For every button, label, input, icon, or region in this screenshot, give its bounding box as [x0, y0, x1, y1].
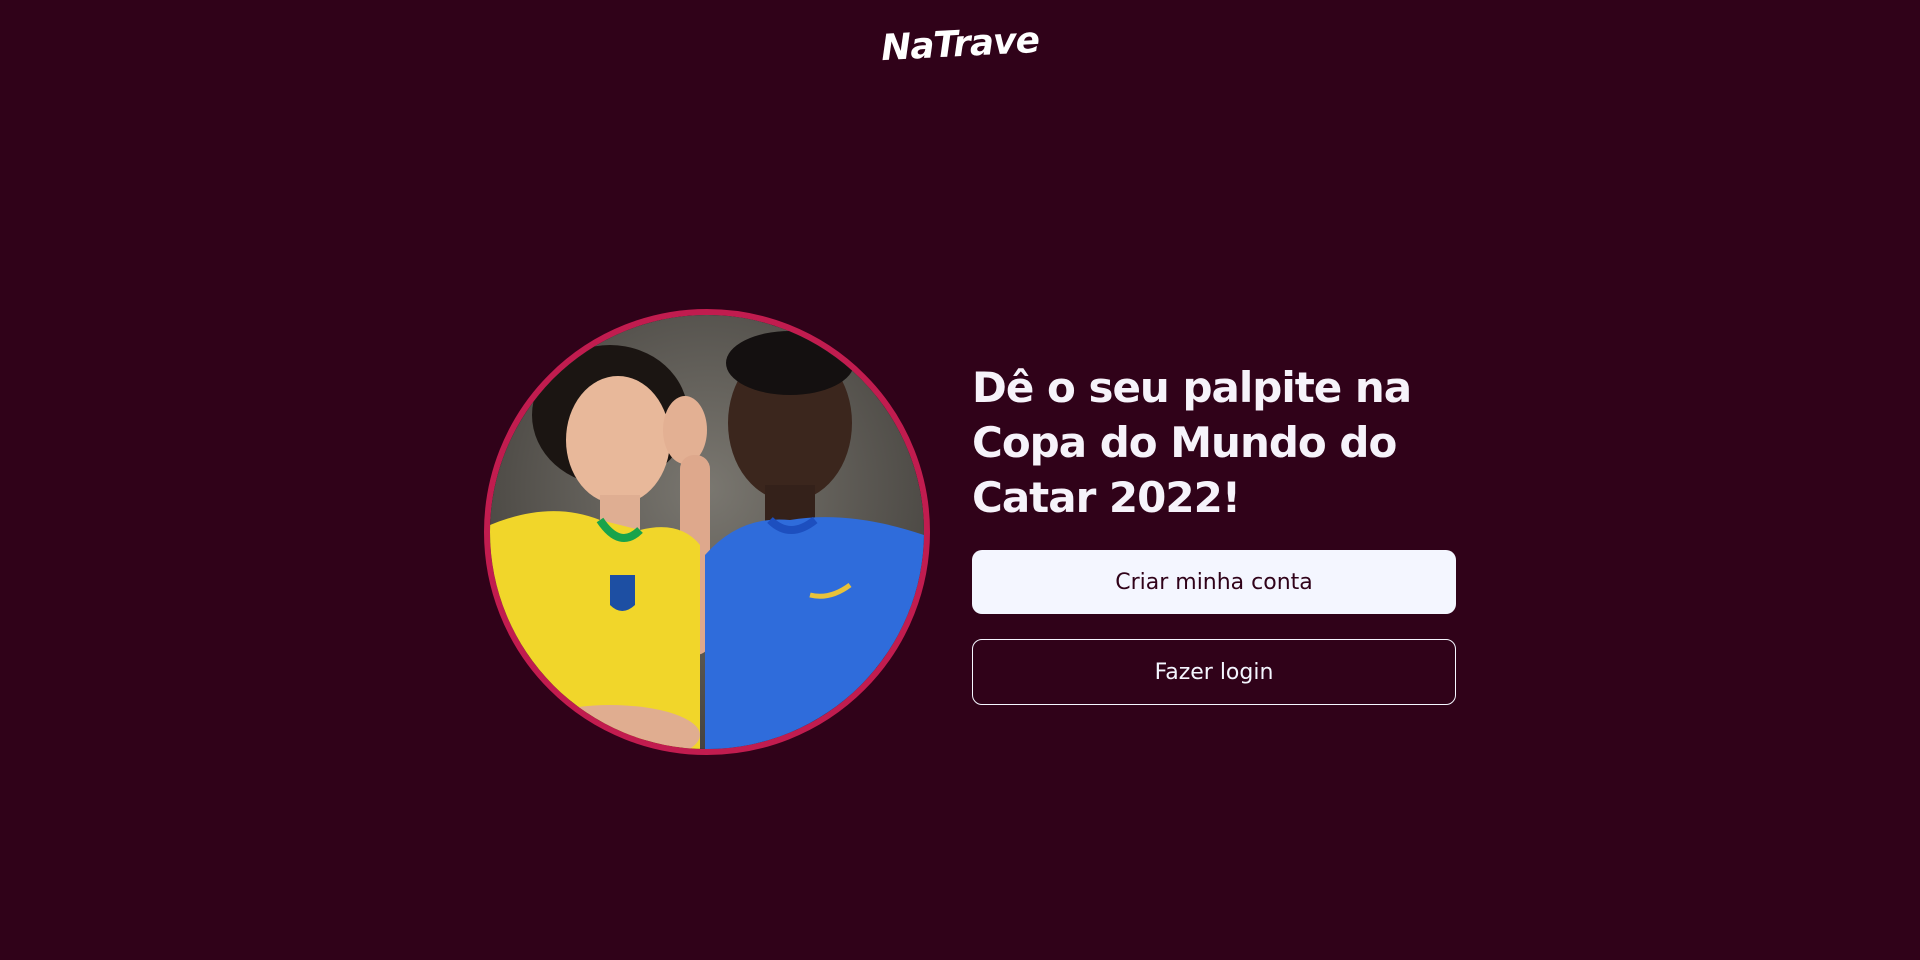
- hero-headline: Dê o seu palpite na Copa do Mundo do Cat…: [972, 363, 1412, 522]
- create-account-button[interactable]: Criar minha conta: [972, 550, 1456, 614]
- login-button[interactable]: Fazer login: [972, 639, 1456, 705]
- hero-content: Dê o seu palpite na Copa do Mundo do Cat…: [972, 360, 1456, 705]
- hero-photo-illustration: [490, 315, 924, 749]
- natrave-logo: NaTrave: [880, 19, 1040, 70]
- landing-page: NaTrave Dê o seu palpite na Copa do Mund…: [0, 0, 1920, 960]
- hero-photo: [484, 309, 930, 755]
